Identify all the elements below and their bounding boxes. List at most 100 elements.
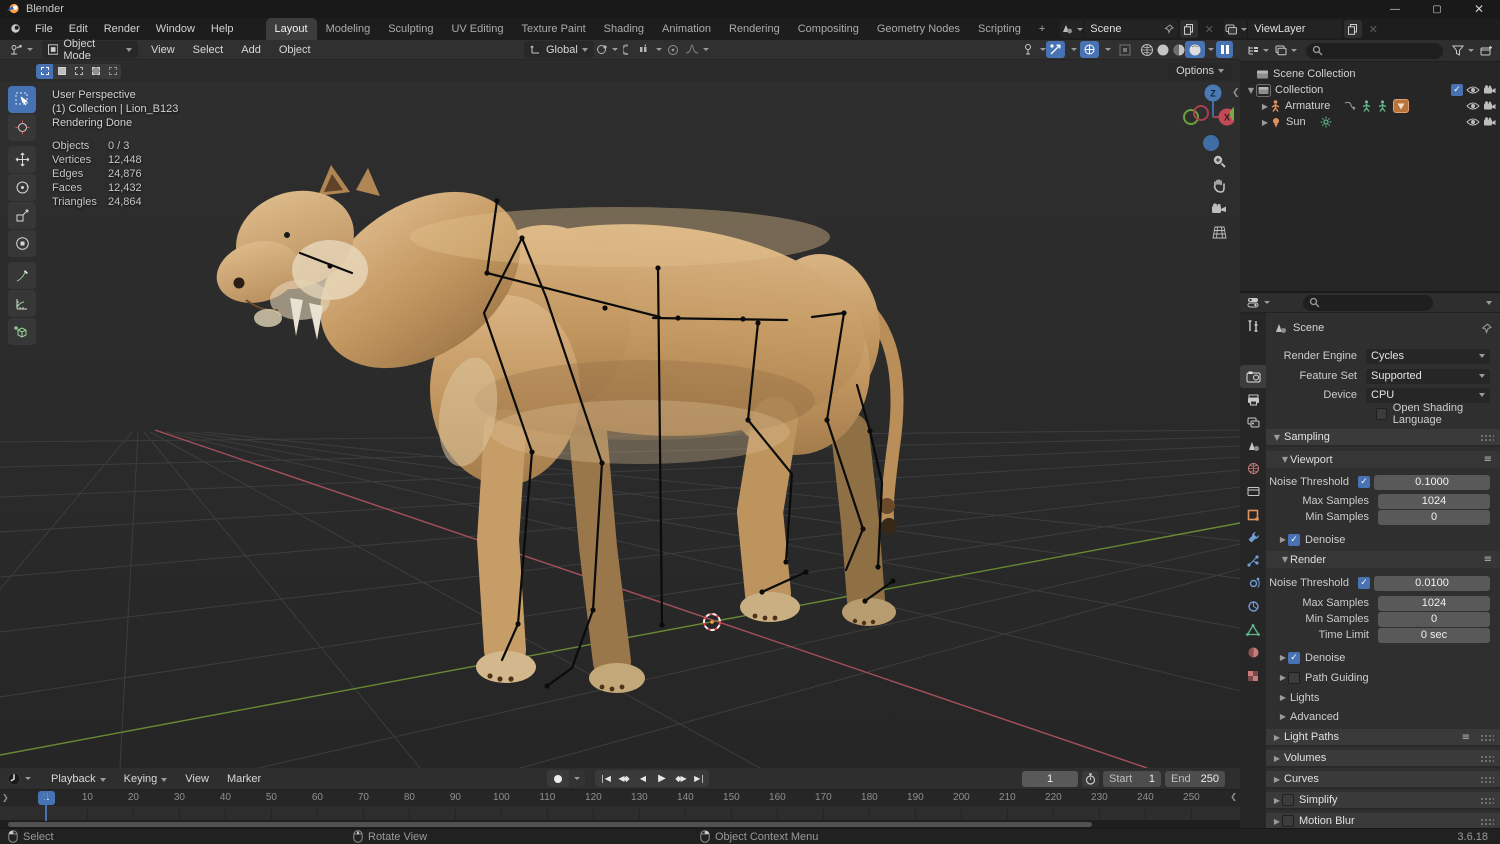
minus-z-axis-ball[interactable] bbox=[1203, 135, 1219, 151]
render-noise-threshold-field[interactable]: 0.0100 bbox=[1374, 575, 1490, 591]
outliner-row-scene-collection[interactable]: Scene Collection bbox=[1240, 66, 1500, 82]
render-time-limit-field[interactable]: 0 sec bbox=[1378, 627, 1490, 643]
tool-annotate[interactable] bbox=[8, 262, 36, 289]
curves-panel[interactable]: ▶ Curves bbox=[1266, 771, 1500, 789]
disable-render-camera-icon[interactable] bbox=[1483, 85, 1496, 95]
workspace-tab-animation[interactable]: Animation bbox=[653, 18, 720, 40]
overlays-toggle-icon[interactable] bbox=[1080, 41, 1099, 58]
tool-move[interactable] bbox=[8, 146, 36, 173]
disable-render-camera-icon[interactable] bbox=[1483, 117, 1496, 127]
workspace-tab-geometry-nodes[interactable]: Geometry Nodes bbox=[868, 18, 969, 40]
render-denoise-checkbox[interactable]: ✓ bbox=[1288, 651, 1300, 664]
tool-scale[interactable] bbox=[8, 202, 36, 229]
pan-button[interactable] bbox=[1210, 176, 1228, 194]
navigation-gizmo[interactable]: Z X bbox=[1164, 82, 1234, 142]
timeline-collapse-arrow[interactable]: ❮ bbox=[1230, 792, 1237, 801]
new-collection-button[interactable] bbox=[1477, 42, 1496, 59]
pin-icon[interactable] bbox=[1164, 24, 1175, 34]
close-button[interactable]: ✕ bbox=[1458, 0, 1500, 18]
outliner-row-collection[interactable]: ▼ Collection ✓ bbox=[1240, 82, 1500, 98]
path-guiding-row[interactable]: ▶ Path Guiding bbox=[1266, 669, 1500, 686]
auto-keying-record-button[interactable] bbox=[547, 770, 569, 787]
snap-with-icon[interactable] bbox=[636, 41, 665, 58]
volumes-panel[interactable]: ▶ Volumes bbox=[1266, 750, 1500, 768]
sampling-panel-header[interactable]: ▼ Sampling bbox=[1266, 429, 1500, 447]
select-mode-lasso-extend[interactable] bbox=[87, 63, 104, 79]
unlink-scene-button[interactable]: ✕ bbox=[1200, 20, 1218, 38]
outliner-filter-id-type[interactable] bbox=[1272, 42, 1300, 59]
timeline-menu-marker[interactable]: Marker bbox=[218, 773, 270, 785]
scene-selector[interactable]: Scene bbox=[1060, 20, 1179, 38]
motion-blur-checkbox[interactable] bbox=[1282, 815, 1294, 827]
pause-render-button[interactable] bbox=[1216, 41, 1233, 58]
viewport-min-samples-field[interactable]: 0 bbox=[1378, 509, 1490, 525]
falloff-curve-icon[interactable] bbox=[682, 41, 712, 58]
tab-texture[interactable] bbox=[1240, 664, 1266, 687]
expand-icon[interactable]: ▶ bbox=[1260, 102, 1270, 111]
expand-icon[interactable]: ▼ bbox=[1246, 86, 1256, 95]
tool-add-cube[interactable] bbox=[8, 318, 36, 345]
play-reverse-button[interactable]: ◀ bbox=[633, 774, 652, 783]
menu-add[interactable]: Add bbox=[232, 44, 270, 56]
transform-orientation[interactable]: Global bbox=[524, 41, 594, 58]
viewport-denoise-checkbox[interactable]: ✓ bbox=[1288, 533, 1300, 546]
osl-checkbox[interactable] bbox=[1376, 407, 1387, 420]
menu-file[interactable]: File bbox=[27, 19, 61, 39]
prev-keyframe-button[interactable]: ◀◆ bbox=[614, 774, 633, 783]
outliner-row-armature[interactable]: ▶ Armature bbox=[1240, 98, 1500, 114]
snap-target-icon[interactable] bbox=[592, 41, 621, 58]
tool-select-box[interactable] bbox=[8, 86, 36, 113]
scene-icon[interactable] bbox=[1060, 20, 1085, 38]
path-guiding-checkbox[interactable] bbox=[1288, 671, 1300, 684]
workspace-tab-shading[interactable]: Shading bbox=[595, 18, 653, 40]
collection-checkbox[interactable]: ✓ bbox=[1451, 84, 1463, 96]
menu-window[interactable]: Window bbox=[148, 19, 203, 39]
timeline-editor-type[interactable] bbox=[4, 770, 34, 787]
tab-world[interactable] bbox=[1240, 457, 1266, 480]
current-frame-field[interactable]: 1 bbox=[1022, 770, 1078, 787]
tab-material[interactable] bbox=[1240, 641, 1266, 664]
auto-keying-dropdown[interactable] bbox=[569, 770, 585, 787]
options-dropdown[interactable]: Options bbox=[1168, 62, 1232, 80]
workspace-tab-uv-editing[interactable]: UV Editing bbox=[442, 18, 512, 40]
sidebar-toggle[interactable]: ❮ bbox=[1232, 88, 1240, 98]
tab-view-layer[interactable] bbox=[1240, 411, 1266, 434]
shading-dropdown[interactable] bbox=[1201, 41, 1217, 58]
overlays-dropdown[interactable] bbox=[1098, 41, 1114, 58]
workspace-tab-modeling[interactable]: Modeling bbox=[317, 18, 380, 40]
select-mode-circle[interactable] bbox=[70, 63, 87, 79]
tab-tool[interactable] bbox=[1240, 315, 1266, 338]
playhead-line[interactable] bbox=[45, 792, 47, 821]
tab-physics[interactable] bbox=[1240, 572, 1266, 595]
tool-cursor[interactable] bbox=[8, 114, 36, 141]
tab-collection[interactable] bbox=[1240, 480, 1266, 503]
ortho-toggle-button[interactable] bbox=[1210, 223, 1228, 241]
remove-view-layer-button[interactable]: ✕ bbox=[1364, 20, 1382, 38]
select-mode-box[interactable] bbox=[53, 63, 70, 79]
tab-constraints[interactable] bbox=[1240, 595, 1266, 618]
new-scene-button[interactable] bbox=[1180, 20, 1199, 38]
zoom-button[interactable] bbox=[1210, 152, 1228, 170]
select-mode-tweak[interactable] bbox=[36, 63, 53, 79]
tab-modifiers[interactable] bbox=[1240, 526, 1266, 549]
show-gizmo-icon[interactable] bbox=[1020, 41, 1049, 58]
select-mode-lasso-subtract[interactable] bbox=[104, 63, 121, 79]
render-min-samples-field[interactable]: 0 bbox=[1378, 611, 1490, 627]
viewport-noise-threshold-checkbox[interactable]: ✓ bbox=[1358, 476, 1370, 488]
light-paths-panel[interactable]: ▶ Light Paths ≡ bbox=[1266, 729, 1500, 747]
viewport-3d[interactable]: User Perspective (1) Collection | Lion_B… bbox=[0, 82, 1240, 768]
lights-row[interactable]: ▶ Lights bbox=[1266, 689, 1500, 706]
hide-eye-icon[interactable] bbox=[1466, 101, 1480, 111]
workspace-tab-rendering[interactable]: Rendering bbox=[720, 18, 789, 40]
tab-object-data[interactable] bbox=[1240, 618, 1266, 641]
viewport-denoise-row[interactable]: ▶ ✓ Denoise bbox=[1266, 531, 1500, 548]
editor-type-button[interactable] bbox=[6, 41, 36, 58]
menu-object[interactable]: Object bbox=[270, 44, 320, 56]
maximize-button[interactable]: ▢ bbox=[1416, 0, 1458, 18]
device-dropdown[interactable]: CPU bbox=[1366, 387, 1490, 403]
pin-icon[interactable] bbox=[1481, 322, 1492, 334]
menu-render[interactable]: Render bbox=[96, 19, 148, 39]
add-workspace-button[interactable]: + bbox=[1030, 18, 1054, 40]
timeline-scrollbar[interactable] bbox=[0, 821, 1240, 828]
outliner-display-mode[interactable] bbox=[1244, 42, 1272, 59]
